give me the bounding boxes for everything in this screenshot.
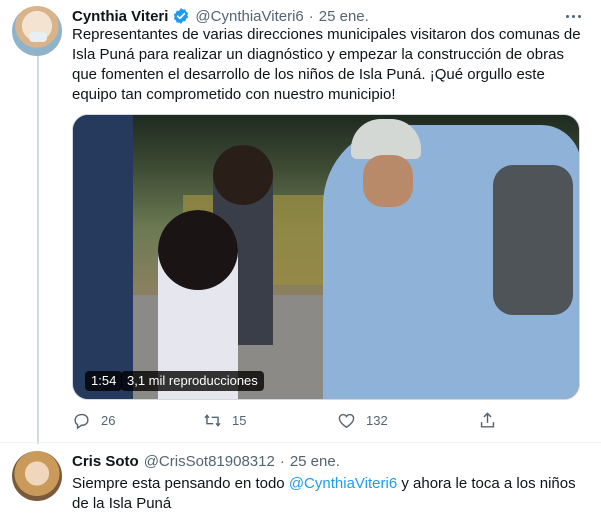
author-name[interactable]: Cris Soto [72,453,139,470]
mention-link[interactable]: @CynthiaViteri6 [289,475,397,492]
like-button[interactable]: 132 [337,408,388,432]
tweet-date[interactable]: 25 ene. [319,8,369,25]
more-horizontal-icon[interactable] [563,6,583,26]
tweet[interactable]: Cris Soto @CrisSot81908312 · 25 ene. Sie… [0,442,601,520]
video-duration-badge: 1:54 [85,371,123,391]
like-count: 132 [366,412,388,428]
author-name[interactable]: Cynthia Viteri [72,8,168,25]
video-player[interactable]: 1:54 3,1 mil reproducciones [72,114,580,400]
tweet[interactable]: Cynthia Viteri @CynthiaViteri6 · 25 ene.… [0,0,601,444]
avatar[interactable] [12,451,62,501]
tweet-text-before: Siempre esta pensando en todo [72,475,289,492]
share-button[interactable] [478,408,497,432]
retweet-count: 15 [232,412,247,428]
tweet-text: Representantes de varias direcciones mun… [72,26,581,103]
author-handle[interactable]: @CrisSot81908312 [144,453,275,470]
separator-dot: · [308,7,314,25]
tweet-header: Cynthia Viteri @CynthiaViteri6 · 25 ene. [72,6,369,26]
heart-icon [338,413,355,428]
separator-dot: · [279,452,285,470]
retweet-button[interactable]: 15 [203,408,246,432]
tweet-actions: 26 15 132 [72,408,502,432]
video-views-badge: 3,1 mil reproducciones [121,371,264,391]
avatar[interactable] [12,6,62,56]
reply-button[interactable]: 26 [72,408,115,432]
video-frame-person-left [73,115,133,399]
video-frame-woman [323,119,579,399]
verified-badge-icon [174,8,189,24]
retweet-icon [204,413,221,427]
author-handle[interactable]: @CynthiaViteri6 [195,8,303,25]
tweet-header: Cris Soto @CrisSot81908312 · 25 ene. [72,451,340,471]
share-icon [480,411,495,428]
tweet-text: Siempre esta pensando en todo @CynthiaVi… [72,474,582,514]
reply-icon [74,413,89,429]
thread-line [37,56,39,444]
avatar-mask [29,32,47,42]
tweet-date[interactable]: 25 ene. [290,453,340,470]
reply-count: 26 [101,412,116,428]
